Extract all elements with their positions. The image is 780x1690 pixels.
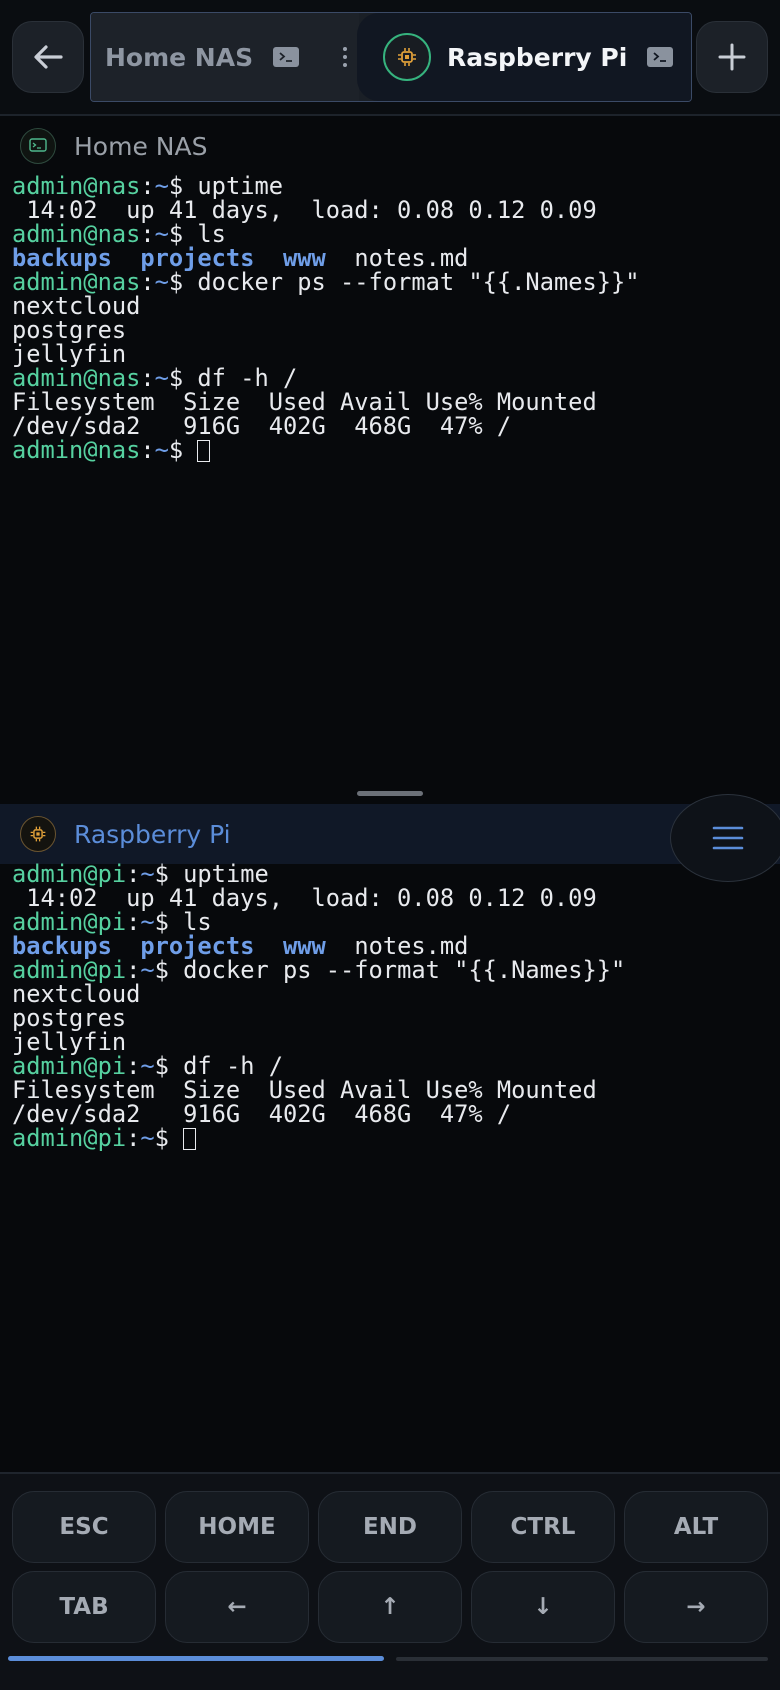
key-arrow-down[interactable]: ↓: [471, 1571, 615, 1643]
terminal-line: backups projects www notes.md: [12, 244, 469, 272]
terminal-line: admin@pi:~$ df -h /: [12, 1052, 283, 1080]
chip-icon: [383, 33, 431, 81]
terminal-cursor: [183, 1128, 197, 1150]
terminal-line: postgres: [12, 1004, 127, 1032]
terminal-line: 14:02 up 41 days, load: 0.08 0.12 0.09: [12, 884, 597, 912]
terminal-line: /dev/sda2 916G 402G 468G 47% /: [12, 412, 512, 440]
key-end[interactable]: END: [318, 1491, 462, 1563]
terminal-line: jellyfin: [12, 340, 127, 368]
terminal-line: admin@nas:~$ ls: [12, 220, 226, 248]
pane-split-handle[interactable]: [357, 791, 423, 796]
terminal-line: backups projects www notes.md: [12, 932, 469, 960]
tab-title: Raspberry Pi: [447, 42, 628, 72]
tab-raspberry-pi[interactable]: Raspberry Pi: [357, 13, 691, 101]
key-arrow-left[interactable]: ←: [165, 1571, 309, 1643]
keys-page-indicator: [8, 1656, 384, 1661]
terminal-line: /dev/sda2 916G 402G 468G 47% /: [12, 1100, 512, 1128]
menu-icon: [712, 826, 744, 850]
terminal-line: admin@nas:~$ uptime: [12, 172, 283, 200]
terminal-output-home-nas[interactable]: admin@nas:~$ uptime 14:02 up 41 days, lo…: [12, 174, 772, 462]
pane-title: Home NAS: [74, 131, 208, 161]
tab-more-icon[interactable]: [341, 47, 349, 67]
arrow-left-icon: [34, 45, 63, 69]
terminal-line: admin@pi:~$ docker ps --format "{{.Names…: [12, 956, 626, 984]
key-arrow-right[interactable]: →: [624, 1571, 768, 1643]
tab-home-nas[interactable]: Home NAS: [91, 13, 359, 101]
terminal-line: admin@nas:~$: [12, 438, 772, 462]
session-tab-bar: Home NAS Raspberry Pi: [0, 0, 780, 116]
key-arrow-up[interactable]: ↑: [318, 1571, 462, 1643]
terminal-icon: [647, 47, 674, 67]
add-session-button[interactable]: [696, 21, 768, 93]
chip-icon: [20, 816, 56, 852]
back-button[interactable]: [12, 21, 84, 93]
keys-page-indicator-track: [396, 1657, 768, 1661]
pane-title: Raspberry Pi: [74, 819, 231, 849]
terminal-output-raspberry-pi[interactable]: admin@pi:~$ uptime 14:02 up 41 days, loa…: [12, 862, 772, 1150]
key-home[interactable]: HOME: [165, 1491, 309, 1563]
terminal-icon: [20, 128, 56, 164]
terminal-line: admin@pi:~$ ls: [12, 908, 212, 936]
terminal-line: admin@nas:~$ docker ps --format "{{.Name…: [12, 268, 640, 296]
terminal-line: nextcloud: [12, 292, 141, 320]
key-esc[interactable]: ESC: [12, 1491, 156, 1563]
terminal-line: jellyfin: [12, 1028, 127, 1056]
terminal-line: admin@nas:~$ df -h /: [12, 364, 298, 392]
tab-strip: Home NAS Raspberry Pi: [90, 12, 692, 102]
key-alt[interactable]: ALT: [624, 1491, 768, 1563]
terminal-line: Filesystem Size Used Avail Use% Mounted: [12, 388, 597, 416]
terminal-line: admin@pi:~$ uptime: [12, 860, 269, 888]
terminal-line: 14:02 up 41 days, load: 0.08 0.12 0.09: [12, 196, 597, 224]
pane-header-raspberry-pi[interactable]: Raspberry Pi: [0, 804, 780, 864]
terminal-cursor: [197, 440, 211, 462]
pane-header-home-nas[interactable]: Home NAS: [0, 116, 780, 176]
plus-icon: [718, 43, 746, 71]
terminal-line: nextcloud: [12, 980, 141, 1008]
key-tab[interactable]: TAB: [12, 1571, 156, 1643]
terminal-line: Filesystem Size Used Avail Use% Mounted: [12, 1076, 597, 1104]
terminal-line: admin@pi:~$: [12, 1126, 772, 1150]
terminal-line: postgres: [12, 316, 127, 344]
terminal-icon: [273, 47, 300, 67]
tab-title: Home NAS: [105, 42, 254, 72]
key-ctrl[interactable]: CTRL: [471, 1491, 615, 1563]
